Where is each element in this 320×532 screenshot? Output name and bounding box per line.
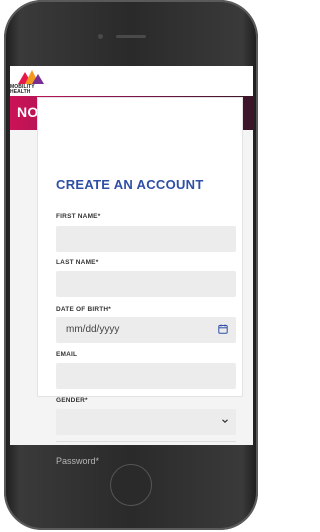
dob-placeholder: mm/dd/yyyy — [66, 324, 120, 335]
first-name-label: FIRST NAME* — [56, 213, 101, 220]
dob-label: DATE OF BIRTH* — [56, 306, 112, 313]
earpiece-speaker — [116, 35, 146, 38]
form-divider — [56, 441, 236, 442]
logo-line-2: HEALTH — [10, 89, 31, 95]
dob-input[interactable]: mm/dd/yyyy — [56, 317, 236, 343]
email-input[interactable] — [56, 363, 236, 389]
gender-select[interactable] — [56, 409, 236, 435]
last-name-input[interactable] — [56, 271, 236, 297]
logo-text: MOBILITY HEALTH — [10, 85, 35, 95]
gender-label: GENDER* — [56, 397, 88, 404]
email-label: EMAIL — [56, 351, 78, 358]
front-camera — [98, 34, 103, 39]
mobility-health-logo[interactable] — [18, 70, 46, 84]
first-name-input[interactable] — [56, 226, 236, 252]
home-button[interactable] — [110, 464, 152, 506]
form-title: CREATE AN ACCOUNT — [56, 177, 204, 192]
last-name-label: LAST NAME* — [56, 259, 99, 266]
calendar-icon[interactable] — [218, 324, 228, 334]
chevron-down-icon — [222, 419, 228, 424]
password-input[interactable]: Password* — [56, 456, 99, 466]
logo-bar: MOBILITY HEALTH — [10, 66, 253, 96]
